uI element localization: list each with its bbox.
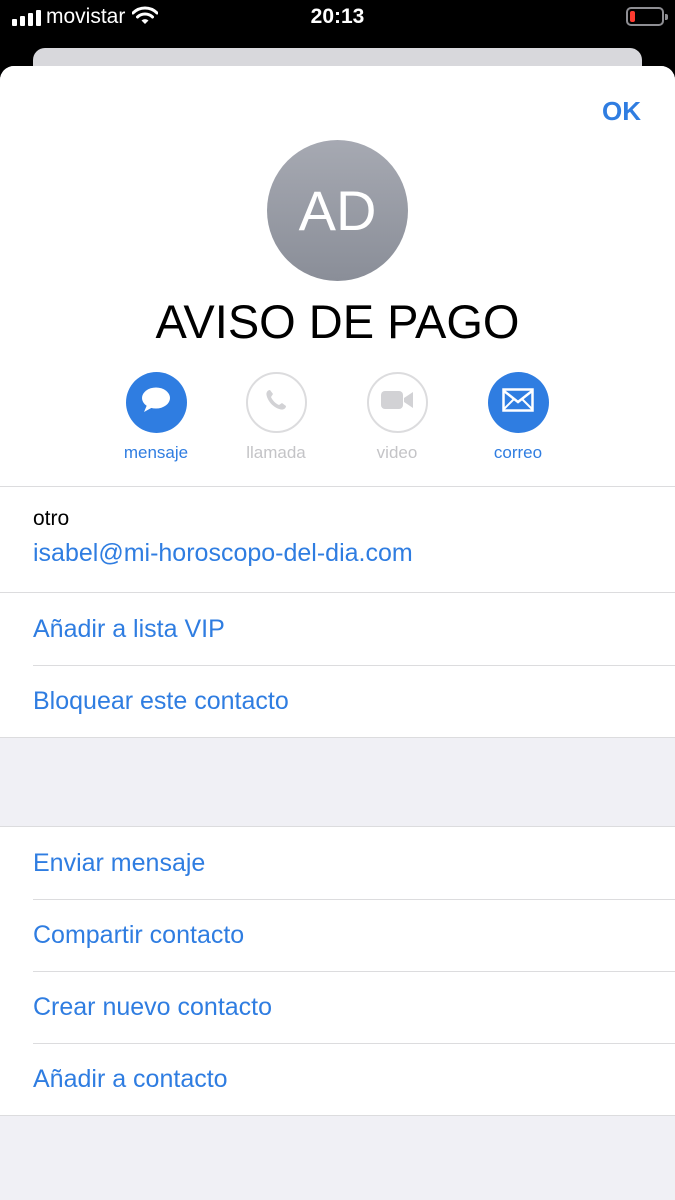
status-bar: movistar 20:13 <box>0 0 675 36</box>
contact-card-sheet: OK AD AVISO DE PAGO mensaje llamada vide… <box>0 66 675 1200</box>
message-bubble-icon <box>140 386 172 419</box>
envelope-icon <box>502 388 534 417</box>
call-action-button[interactable]: llamada <box>221 372 331 463</box>
quick-actions: mensaje llamada video correo <box>0 372 675 472</box>
phone-icon <box>263 387 289 418</box>
email-type-label: otro <box>33 507 70 530</box>
battery-icon <box>626 7 668 26</box>
create-new-contact-button[interactable]: Crear nuevo contacto <box>0 971 675 1043</box>
email-action-label: correo <box>493 443 543 462</box>
email-address[interactable]: isabel@mi-horoscopo-del-dia.com <box>33 539 675 568</box>
share-contact-button[interactable]: Compartir contacto <box>0 899 675 971</box>
avatar-initials: AD <box>298 179 377 242</box>
video-camera-icon <box>380 389 414 416</box>
contact-options-group: Añadir a lista VIP Bloquear este contact… <box>0 592 675 738</box>
ok-button[interactable]: OK <box>602 96 641 127</box>
call-action-label: llamada <box>246 443 306 462</box>
message-action-label: mensaje <box>123 443 189 462</box>
contact-header: OK AD AVISO DE PAGO mensaje llamada vide… <box>0 66 675 487</box>
block-contact-button[interactable]: Bloquear este contacto <box>0 665 675 737</box>
video-action-label: video <box>376 443 418 462</box>
contact-name: AVISO DE PAGO <box>155 295 520 348</box>
add-to-vip-button[interactable]: Añadir a lista VIP <box>0 593 675 665</box>
message-action-button[interactable]: mensaje <box>101 372 211 463</box>
add-to-contact-button[interactable]: Añadir a contacto <box>0 1043 675 1115</box>
status-clock: 20:13 <box>310 5 365 28</box>
email-action-button[interactable]: correo <box>463 372 573 463</box>
email-field[interactable]: otro isabel@mi-horoscopo-del-dia.com <box>0 487 675 593</box>
email-section: otro isabel@mi-horoscopo-del-dia.com <box>0 486 675 593</box>
video-action-button[interactable]: video <box>342 372 452 463</box>
avatar: AD <box>267 140 408 281</box>
contact-actions-group: Enviar mensaje Compartir contacto Crear … <box>0 826 675 1116</box>
send-message-button[interactable]: Enviar mensaje <box>0 827 675 899</box>
